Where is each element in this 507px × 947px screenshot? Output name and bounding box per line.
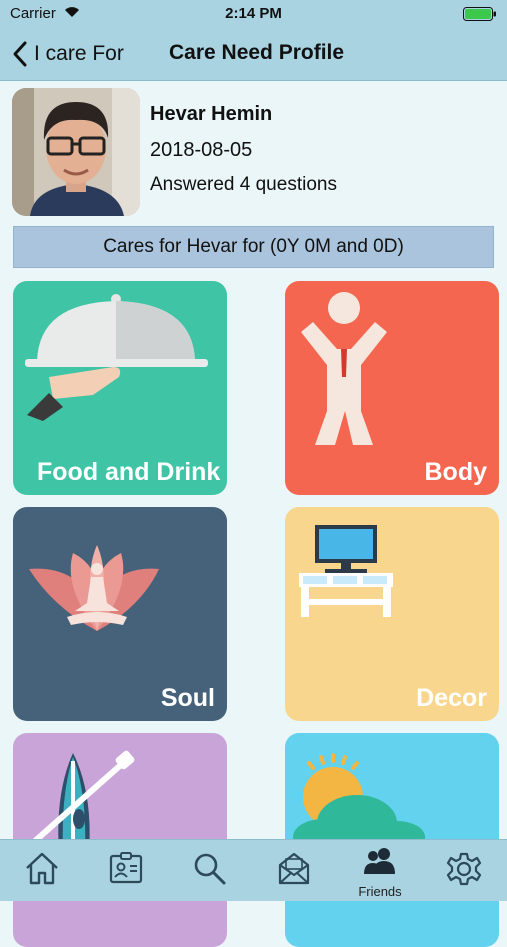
clock-time: 2:14 PM <box>225 5 282 22</box>
tile-label: Body <box>424 458 488 486</box>
category-tile-decor[interactable]: Decor <box>285 507 499 721</box>
tab-home[interactable] <box>0 840 84 901</box>
avatar <box>12 88 140 216</box>
status-bar: Carrier 2:14 PM <box>0 0 507 28</box>
page-title: Care Need Profile <box>169 41 345 64</box>
profile-answered-count: Answered 4 questions <box>150 174 337 195</box>
navigation-bar: I care For Care Need Profile <box>0 28 507 81</box>
tab-bar: Friends <box>0 839 507 901</box>
category-tile-soul[interactable]: Soul <box>13 507 227 721</box>
back-button[interactable]: I care For <box>12 38 124 70</box>
category-tile-food-and-drink[interactable]: Food and Drink <box>13 281 227 495</box>
category-tile-body[interactable]: Body <box>285 281 499 495</box>
tab-settings[interactable] <box>422 840 506 901</box>
tab-label-friends: Friends <box>358 884 402 899</box>
back-button-label: I care For <box>34 42 124 65</box>
tile-label: Decor <box>416 684 487 712</box>
avatar-photo <box>12 88 140 216</box>
mail-icon <box>278 852 310 885</box>
tab-contacts[interactable] <box>84 840 168 901</box>
tile-label: Food and Drink <box>37 458 221 486</box>
search-icon <box>194 853 226 885</box>
tab-messages[interactable] <box>252 840 336 901</box>
friends-icon <box>364 848 395 874</box>
profile-date: 2018-08-05 <box>150 139 253 161</box>
gear-icon <box>446 852 482 886</box>
profile-header: Hevar Hemin 2018-08-05 Answered 4 questi… <box>12 88 495 216</box>
profile-name: Hevar Hemin <box>150 103 273 125</box>
battery-icon <box>463 7 496 21</box>
tile-label: Soul <box>160 684 215 712</box>
home-icon <box>26 852 58 885</box>
tab-search[interactable] <box>168 840 252 901</box>
id-card-icon <box>109 852 143 884</box>
chevron-left-icon <box>13 41 27 67</box>
cares-duration-banner: Cares for Hevar for (0Y 0M and 0D) <box>13 226 494 268</box>
tab-friends[interactable]: Friends <box>338 840 422 901</box>
